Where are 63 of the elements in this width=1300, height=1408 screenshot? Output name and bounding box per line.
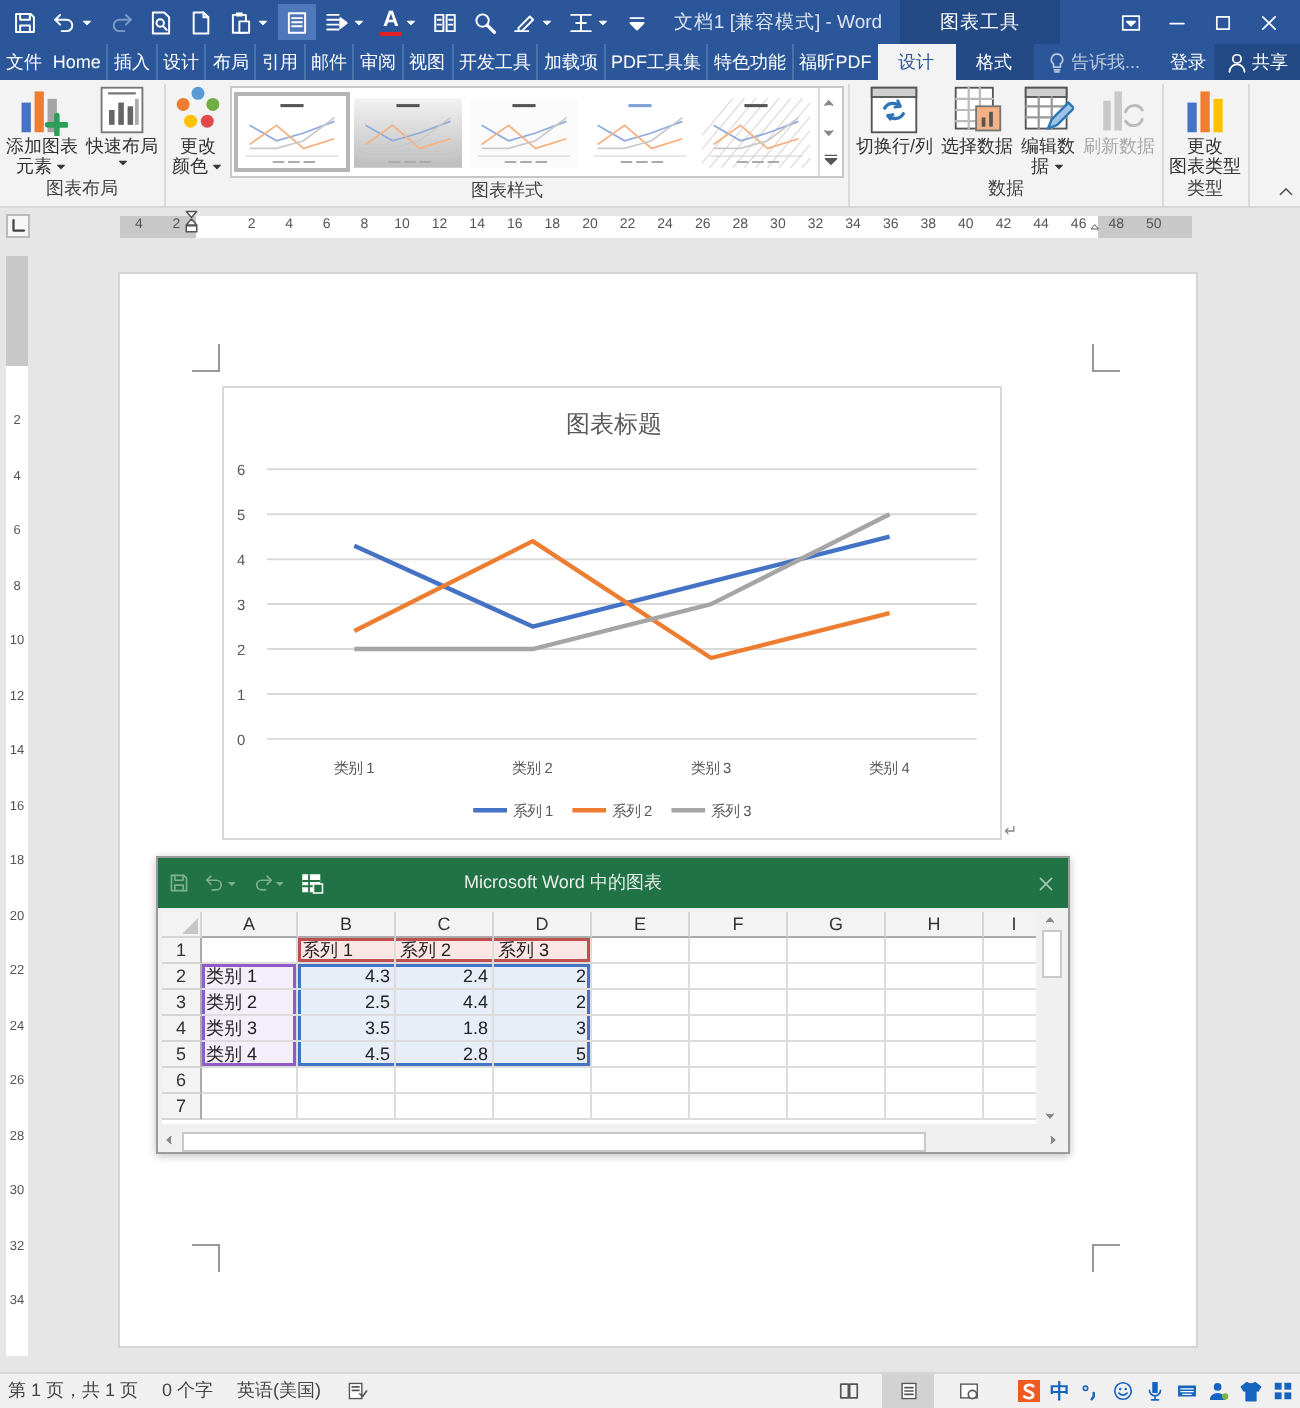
table-cell: 2.5 (298, 990, 396, 1016)
change-colors-button[interactable]: 更改 颜色 (170, 84, 226, 178)
column-header[interactable]: I (984, 912, 1037, 938)
ribbon-tab[interactable]: 文件 (0, 44, 48, 80)
window-title: 文档1 [兼容模式] - Word (671, 9, 885, 35)
language: 英语(美国) (237, 1378, 322, 1404)
table-cell: 2.4 (396, 964, 494, 990)
column-header[interactable]: D (494, 912, 592, 938)
column-header[interactable]: H (886, 912, 984, 938)
column-header[interactable]: A (202, 912, 298, 938)
row-header[interactable]: 2 (162, 964, 202, 990)
sign-in-link[interactable]: 登录 (1162, 44, 1214, 80)
table-cell: 类别 3 (202, 1016, 298, 1042)
ribbon-group-label: 图表布局 (44, 176, 120, 202)
table-cell: 1.8 (396, 1016, 494, 1042)
table-cell: 系列 2 (396, 938, 494, 964)
table-cell: 类别 2 (202, 990, 298, 1016)
column-header[interactable]: C (396, 912, 494, 938)
chart-title: 图表标题 (566, 409, 662, 438)
paragraph-mark: ↵ (1004, 822, 1018, 840)
table-cell: 2 (494, 990, 592, 1016)
table-cell: 2.8 (396, 1042, 494, 1068)
ribbon-tab[interactable]: 格式 (955, 44, 1034, 80)
edit-data-button[interactable]: 编辑数 据 (1019, 84, 1078, 176)
font-color-button[interactable]: A (374, 4, 424, 40)
ribbon-group-label: 数据 (985, 176, 1026, 202)
row-header[interactable]: 5 (162, 1042, 202, 1068)
switch-row-column-button[interactable]: 切换行/列 (854, 84, 936, 176)
contextual-tab-header: 图表工具 (900, 0, 1060, 44)
ribbon-tab[interactable]: Home (47, 44, 107, 80)
input-mode-indicator[interactable]: 中 (1050, 1377, 1070, 1405)
share-button[interactable]: 共享 (1214, 44, 1300, 80)
ribbon-group-label: 图表样式 (469, 178, 545, 204)
ribbon-group-label: 类型 (1185, 176, 1226, 202)
table-cell: 类别 1 (202, 964, 298, 990)
table-cell: 4.4 (396, 990, 494, 1016)
window-title: Microsoft Word 中的图表 (464, 870, 664, 896)
word-count: 0 个字 (162, 1378, 214, 1404)
column-header[interactable]: F (690, 912, 788, 938)
add-chart-element-button[interactable]: 添加图表 元素 (4, 84, 80, 176)
table-cell: 2 (494, 964, 592, 990)
column-header[interactable]: E (592, 912, 690, 938)
change-chart-type-button[interactable]: 更改 图表类型 (1167, 84, 1244, 176)
page-count: 第 1 页，共 1 页 (8, 1378, 139, 1404)
table-cell: 4.5 (298, 1042, 396, 1068)
row-header[interactable]: 3 (162, 990, 202, 1016)
row-header[interactable]: 7 (162, 1094, 202, 1120)
quick-layout-button[interactable]: 快速布局 (84, 84, 160, 176)
table-cell: 3.5 (298, 1016, 396, 1042)
ribbon-tab[interactable]: 设计 (877, 44, 956, 80)
row-header[interactable]: 4 (162, 1016, 202, 1042)
row-header[interactable]: 1 (162, 938, 202, 964)
table-cell: 5 (494, 1042, 592, 1068)
table-cell: 类别 4 (202, 1042, 298, 1068)
row-header[interactable]: 6 (162, 1068, 202, 1094)
table-cell: 系列 3 (494, 938, 592, 964)
select-data-button[interactable]: 选择数据 (939, 84, 1016, 176)
column-header[interactable]: G (788, 912, 886, 938)
column-header[interactable]: B (298, 912, 396, 938)
table-cell: 3 (494, 1016, 592, 1042)
table-cell: 4.3 (298, 964, 396, 990)
table-cell: 系列 1 (298, 938, 396, 964)
tell-me-field[interactable]: 告诉我... (1071, 52, 1160, 72)
